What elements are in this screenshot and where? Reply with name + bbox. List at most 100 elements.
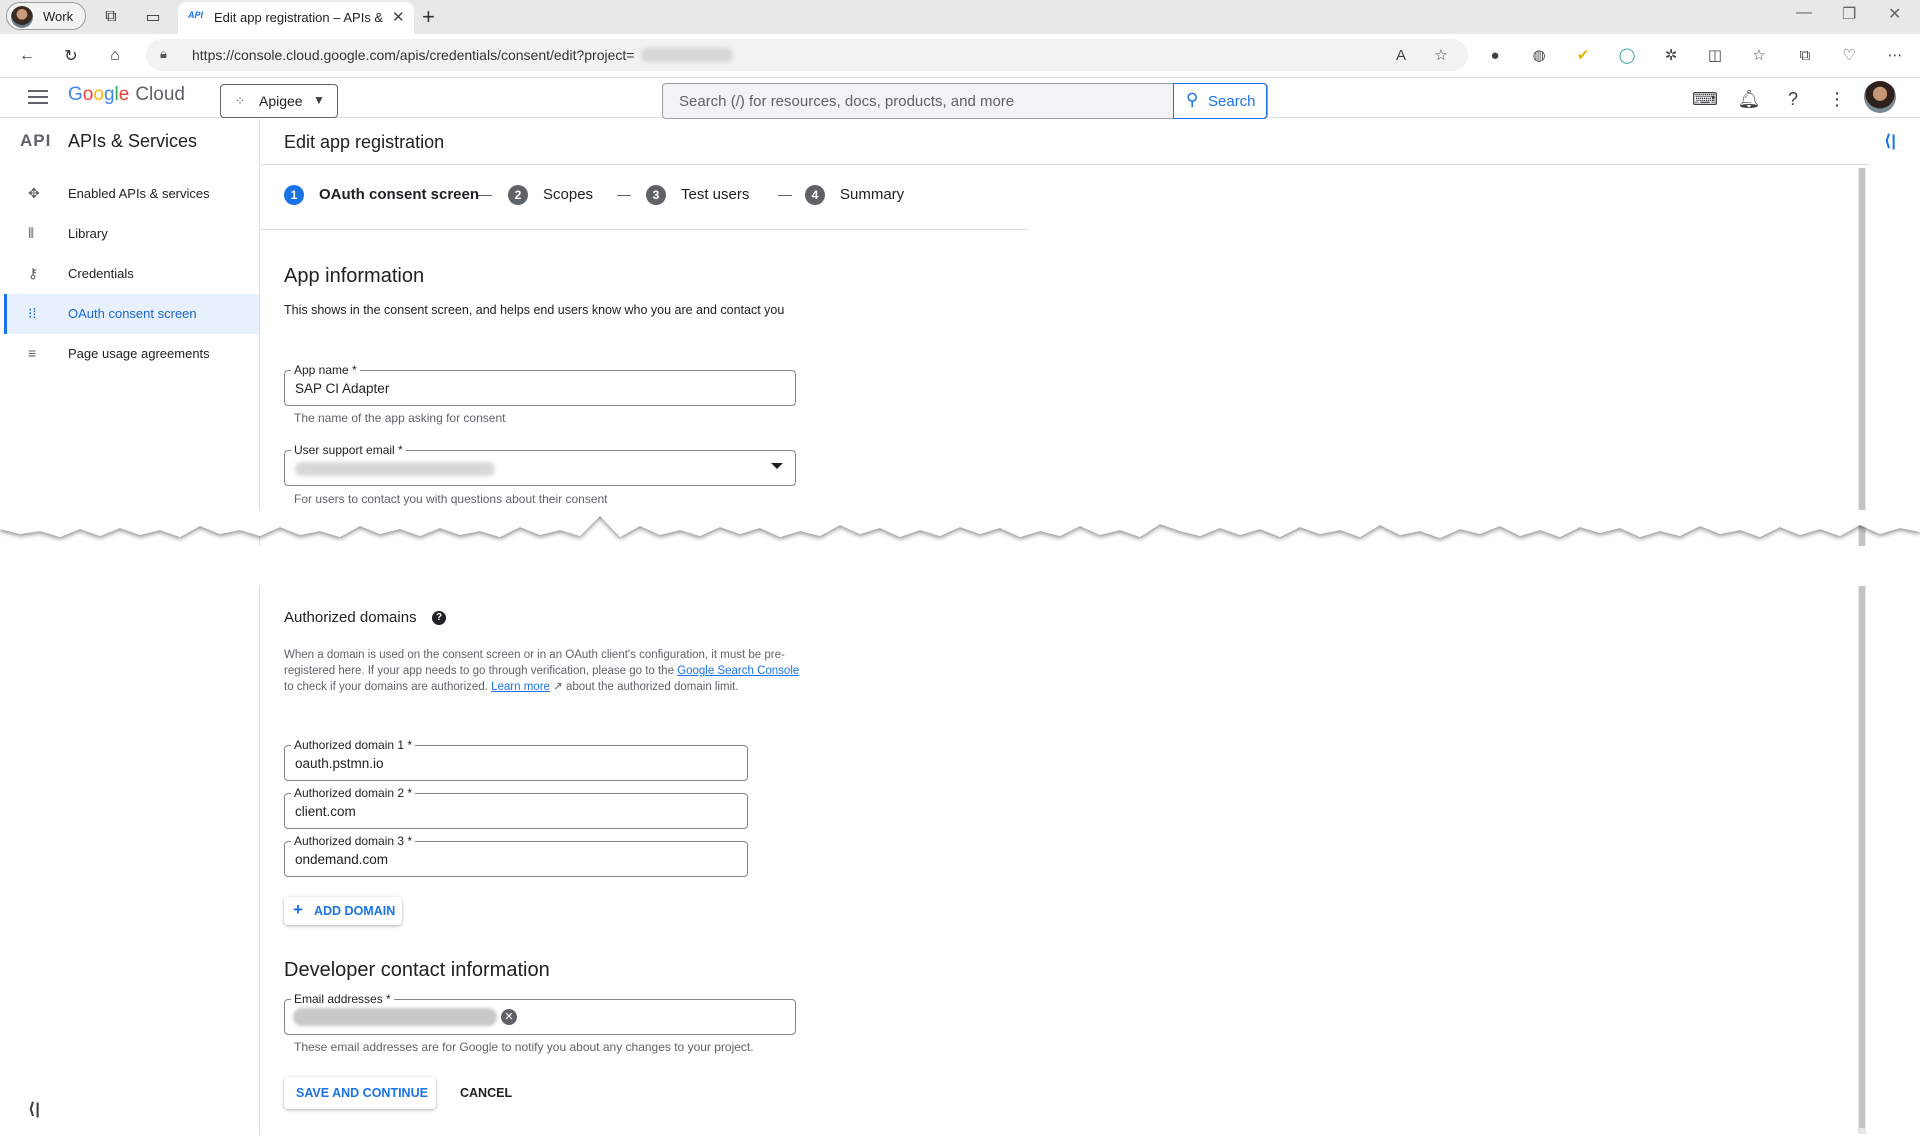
tab-actions-icon[interactable]: ▭ <box>140 4 166 30</box>
scrollbar-thumb[interactable] <box>1859 168 1865 1128</box>
split-screen-icon[interactable]: ◫ <box>1702 42 1728 68</box>
reload-icon[interactable]: ↻ <box>58 43 84 69</box>
search-box[interactable]: Search (/) for resources, docs, products… <box>662 83 1268 119</box>
authorized-domain-3-input[interactable]: ondemand.com <box>295 852 388 867</box>
project-selector[interactable]: ⁘ Apigee ▼ <box>220 84 338 118</box>
stepper-divider <box>261 229 1028 230</box>
vertical-scrollbar[interactable] <box>1858 168 1866 1134</box>
app-name-field[interactable]: App name * SAP CI Adapter <box>284 363 796 406</box>
browser-tab-active[interactable]: API Edit app registration – APIs & Se ✕ <box>178 2 414 34</box>
gcp-header: Google Cloud ⁘ Apigee ▼ Search (/) for re… <box>0 78 1920 119</box>
sidebar-item-credentials[interactable]: ⚷ Credentials <box>4 254 259 294</box>
restore-icon[interactable]: ❐ <box>1842 4 1856 24</box>
add-domain-button[interactable]: + ADD DOMAIN <box>284 897 402 925</box>
external-link-icon: ↗ <box>549 681 563 693</box>
search-icon: ⚲ <box>1186 90 1199 109</box>
url-field[interactable]: 🔒︎ https://console.cloud.google.com/apis… <box>146 39 1468 71</box>
favorite-star-icon[interactable]: ☆ <box>1428 42 1454 68</box>
redacted-project-id <box>641 48 733 62</box>
authorized-domain-2-field[interactable]: Authorized domain 2 * client.com <box>284 786 748 829</box>
expand-panel-icon[interactable]: ⟨| <box>1884 131 1896 151</box>
account-avatar[interactable] <box>1864 81 1896 113</box>
google-search-console-link[interactable]: Google Search Console <box>677 665 799 677</box>
new-tab-icon[interactable]: + <box>422 4 435 30</box>
page-title: Edit app registration <box>284 132 445 152</box>
user-support-email-select[interactable]: User support email * <box>284 443 796 486</box>
developer-contact-heading: Developer contact information <box>284 959 550 981</box>
collections-icon[interactable]: ⧉ <box>1792 42 1818 68</box>
more-menu-icon[interactable]: ⋯ <box>1882 42 1908 68</box>
sidebar-item-enabled-apis[interactable]: ✥ Enabled APIs & services <box>4 174 259 214</box>
app-name-hint: The name of the app asking for consent <box>294 411 506 425</box>
authorized-domain-3-field[interactable]: Authorized domain 3 * ondemand.com <box>284 834 748 877</box>
favorites-icon[interactable]: ☆ <box>1746 42 1772 68</box>
sidebar-title: APIs & Services <box>68 131 198 151</box>
api-icon: API <box>20 131 52 150</box>
support-email-hint: For users to contact you with questions … <box>294 492 608 506</box>
back-icon[interactable]: ← <box>14 43 40 69</box>
lock-icon[interactable]: 🔒︎ <box>160 46 167 62</box>
remove-chip-icon[interactable]: ✕ <box>501 1009 517 1025</box>
help-icon[interactable]: ? <box>1780 86 1806 112</box>
app-name-input[interactable]: SAP CI Adapter <box>295 381 389 396</box>
app-information-heading: App information <box>284 265 425 287</box>
enabled-apis-icon: ✥ <box>28 185 40 201</box>
consent-icon: ⁝⁞ <box>28 305 37 321</box>
torn-edge-divider <box>0 510 1920 586</box>
project-name: Apigee <box>259 93 303 109</box>
sidebar-item-page-usage[interactable]: ≡ Page usage agreements <box>4 334 259 374</box>
profile-avatar <box>11 6 33 28</box>
plus-icon: + <box>293 900 303 919</box>
page-header: Edit app registration <box>261 119 1870 165</box>
authorized-domain-1-field[interactable]: Authorized domain 1 * oauth.pstmn.io <box>284 738 748 781</box>
tab-favicon: API <box>188 10 204 20</box>
minimize-icon[interactable]: — <box>1796 4 1812 22</box>
app-name-label: App name * <box>291 363 360 377</box>
extension-2-icon[interactable]: ◍ <box>1526 42 1552 68</box>
search-input[interactable]: Search (/) for resources, docs, products… <box>679 93 1014 110</box>
profile-button[interactable]: Work <box>6 2 86 30</box>
authorized-domains-description: When a domain is used on the consent scr… <box>284 649 800 693</box>
authorized-domain-1-input[interactable]: oauth.pstmn.io <box>295 756 384 771</box>
window-close-icon[interactable]: ✕ <box>1888 4 1901 24</box>
save-and-continue-button[interactable]: SAVE AND CONTINUE <box>284 1077 436 1109</box>
app-information-description: This shows in the consent screen, and he… <box>284 303 785 317</box>
email-addresses-label: Email addresses * <box>291 992 394 1006</box>
search-button[interactable]: ⚲ Search <box>1173 83 1267 119</box>
notifications-bell-icon[interactable]: 🔔︎ <box>1736 86 1762 112</box>
main-content: Edit app registration 1 OAuth consent sc… <box>261 119 1870 1135</box>
home-icon[interactable]: ⌂ <box>102 43 128 69</box>
tab-title: Edit app registration – APIs & Se <box>214 10 386 25</box>
hamburger-menu-icon[interactable] <box>26 86 50 110</box>
close-tab-icon[interactable]: ✕ <box>392 8 405 26</box>
address-bar-row: ← ↻ ⌂ 🔒︎ https://console.cloud.google.co… <box>0 34 1920 78</box>
collapse-sidebar-icon[interactable]: ⟨| <box>28 1099 40 1119</box>
help-circle-icon[interactable]: ? <box>432 611 446 625</box>
sidebar-item-library[interactable]: ⦀ Library <box>4 214 259 254</box>
key-icon: ⚷ <box>28 265 39 281</box>
email-addresses-field[interactable]: Email addresses * ✕ <box>284 992 796 1035</box>
sidebar: API APIs & Services ✥ Enabled APIs & ser… <box>0 119 260 1135</box>
extension-1-icon[interactable]: ● <box>1482 42 1508 68</box>
redacted-support-email <box>295 462 495 476</box>
learn-more-link[interactable]: Learn more <box>491 681 550 693</box>
sidebar-item-oauth-consent[interactable]: ⁝⁞ OAuth consent screen <box>4 294 259 334</box>
profile-label: Work <box>43 9 74 24</box>
email-addresses-hint: These email addresses are for Google to … <box>294 1040 754 1054</box>
more-options-icon[interactable]: ⋮ <box>1824 86 1850 112</box>
cloud-shell-icon[interactable]: ⌨ <box>1692 86 1718 112</box>
browser-essentials-icon[interactable]: ♡ <box>1836 42 1862 68</box>
extensions-puzzle-icon[interactable]: ✲ <box>1658 42 1684 68</box>
google-cloud-logo[interactable]: Google Cloud <box>68 84 185 106</box>
dropdown-arrow-icon <box>771 463 783 469</box>
extension-check-icon[interactable]: ✔ <box>1570 42 1596 68</box>
read-aloud-icon[interactable]: A <box>1388 42 1414 68</box>
chevron-down-icon: ▼ <box>313 93 325 107</box>
step-connector <box>478 195 492 196</box>
authorized-domain-2-input[interactable]: client.com <box>295 804 356 819</box>
authorized-domains-heading: Authorized domains <box>284 609 417 626</box>
browser-tab-bar: Work ⧉ ▭ API Edit app registration – API… <box>0 0 1920 34</box>
workspaces-icon[interactable]: ⧉ <box>98 4 124 30</box>
extension-ring-icon[interactable]: ◯ <box>1614 42 1640 68</box>
cancel-button[interactable]: CANCEL <box>460 1077 520 1109</box>
